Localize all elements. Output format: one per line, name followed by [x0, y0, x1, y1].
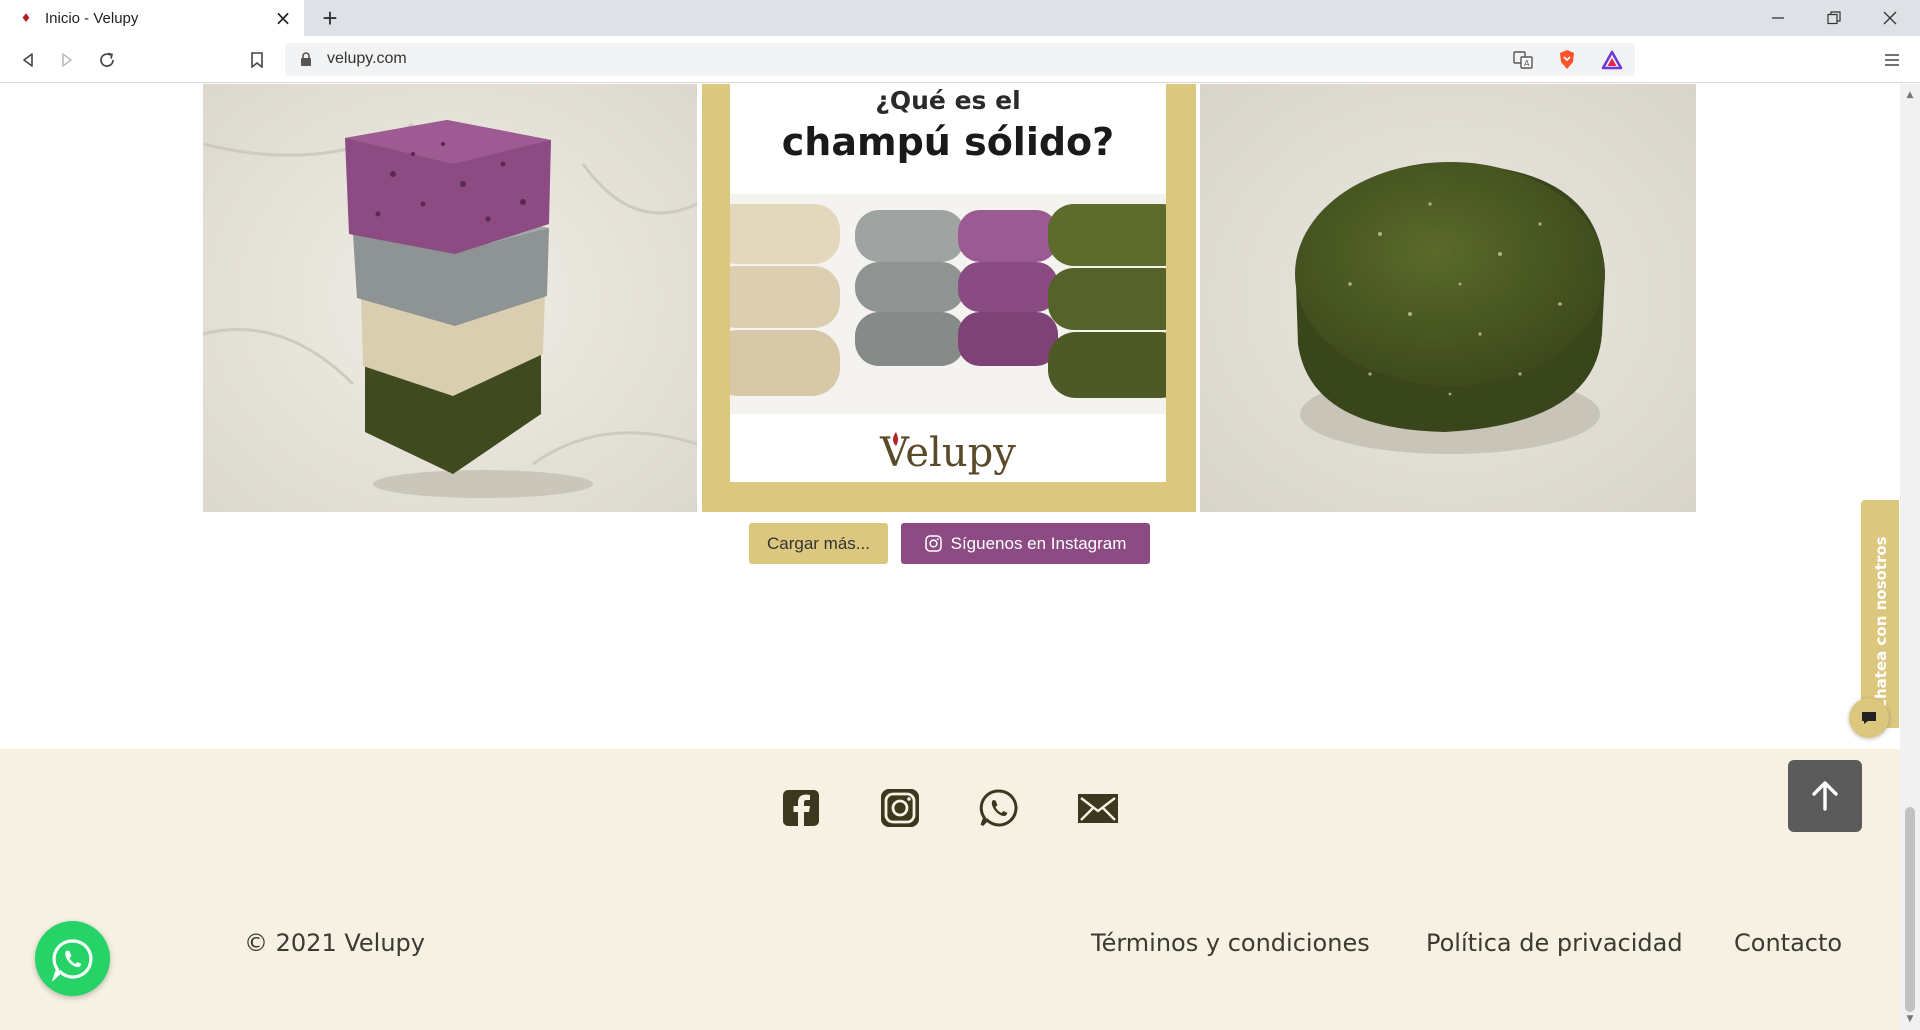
follow-instagram-button[interactable]: Síguenos en Instagram: [901, 523, 1150, 564]
instagram-icon: [924, 535, 942, 552]
gallery-image-soap-stack[interactable]: [203, 84, 697, 512]
whatsapp-icon: [51, 938, 93, 981]
tab-strip: ♦ Inicio - Velupy × +: [0, 0, 1920, 36]
restore-button[interactable]: [1806, 0, 1862, 36]
chat-bubble-button[interactable]: [1849, 698, 1889, 738]
forward-icon: [62, 53, 72, 67]
follow-instagram-label: Síguenos en Instagram: [950, 533, 1127, 553]
chat-icon: [1862, 712, 1876, 724]
whatsapp-link[interactable]: [978, 787, 1020, 829]
minimize-icon: [1772, 17, 1784, 19]
gallery-image-green-soap[interactable]: [1200, 84, 1696, 512]
scroll-to-top-button[interactable]: [1788, 760, 1862, 832]
chat-tab[interactable]: Chatea con nosotros: [1861, 500, 1899, 728]
brave-shields-icon[interactable]: [1556, 49, 1578, 71]
reload-icon: [100, 52, 114, 67]
browser-tab[interactable]: ♦ Inicio - Velupy ×: [0, 0, 304, 36]
url-text: velupy.com: [327, 50, 407, 67]
restore-icon: [1827, 11, 1841, 25]
promo-question-line2: champú sólido?: [781, 120, 1115, 164]
close-icon: [1883, 11, 1897, 25]
whatsapp-icon: [979, 789, 1018, 827]
promo-question-line1: ¿Qué es el: [875, 86, 1021, 115]
page-scrollbar[interactable]: ▲ ▼: [1900, 84, 1920, 1030]
back-button[interactable]: [14, 46, 42, 74]
gallery-image-promo[interactable]: ¿Qué es el champú sólido? Velupy: [702, 84, 1196, 512]
bookmark-icon: [251, 52, 263, 68]
instagram-link[interactable]: [879, 787, 921, 829]
browser-toolbar: velupy.com A: [0, 36, 1920, 83]
forward-button[interactable]: [53, 46, 81, 74]
bookmark-button[interactable]: [243, 46, 271, 74]
minimize-button[interactable]: [1750, 0, 1806, 36]
scroll-down-arrow-icon[interactable]: ▼: [1905, 1014, 1915, 1024]
instagram-icon: [881, 789, 919, 827]
scrollbar-thumb[interactable]: [1905, 807, 1915, 1012]
back-icon: [23, 53, 33, 67]
email-icon: [1078, 794, 1118, 823]
load-more-button[interactable]: Cargar más...: [749, 523, 888, 564]
reload-button[interactable]: [93, 46, 121, 74]
privacy-link[interactable]: Política de privacidad: [1426, 929, 1683, 957]
hamburger-menu-icon: [1885, 54, 1899, 66]
close-window-button[interactable]: [1862, 0, 1918, 36]
brave-rewards-icon[interactable]: [1601, 49, 1623, 71]
menu-button[interactable]: [1878, 46, 1906, 74]
lock-icon: [301, 52, 311, 66]
chat-tab-label: Chatea con nosotros: [1872, 536, 1890, 710]
copyright-text: © 2021 Velupy: [244, 929, 425, 957]
contact-link[interactable]: Contacto: [1734, 929, 1842, 957]
facebook-link[interactable]: [780, 787, 822, 829]
page-content: ¿Qué es el champú sólido? Velupy Cargar …: [0, 84, 1900, 1030]
tab-close-icon[interactable]: ×: [272, 7, 294, 29]
translate-icon[interactable]: A: [1512, 49, 1534, 71]
promo-card: ¿Qué es el champú sólido? Velupy: [730, 84, 1166, 482]
scroll-up-arrow-icon[interactable]: ▲: [1905, 90, 1915, 100]
svg-text:A: A: [1524, 59, 1530, 68]
site-footer: © 2021 Velupy Términos y condiciones Pol…: [0, 749, 1900, 1030]
whatsapp-float-button[interactable]: [35, 921, 110, 996]
email-link[interactable]: [1077, 787, 1119, 829]
address-bar[interactable]: velupy.com A: [285, 43, 1635, 76]
terms-link[interactable]: Términos y condiciones: [1091, 929, 1370, 957]
tab-title: Inicio - Velupy: [45, 9, 139, 27]
arrow-up-icon: [1812, 781, 1838, 811]
new-tab-button[interactable]: +: [317, 5, 343, 31]
promo-brand-logo: Velupy: [880, 430, 1016, 476]
facebook-icon: [783, 790, 819, 826]
site-favicon-icon: ♦: [20, 11, 32, 25]
